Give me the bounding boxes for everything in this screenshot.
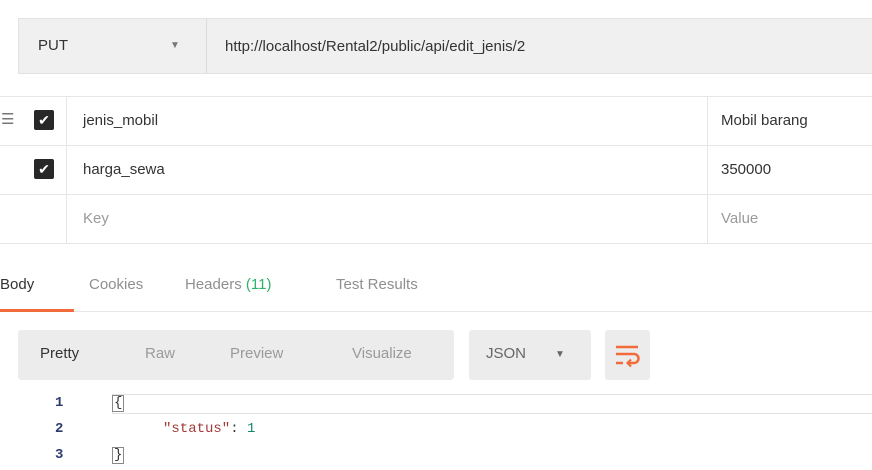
param-value-cell[interactable]: Mobil barang: [708, 97, 872, 145]
code-text: "status": 1: [163, 421, 255, 437]
drag-cell: [0, 146, 24, 194]
value-placeholder: Value: [721, 210, 759, 227]
param-key-cell[interactable]: harga_sewa: [67, 146, 708, 194]
tab-body[interactable]: Body: [0, 276, 34, 293]
param-row: ☰ ✔ jenis_mobil Mobil barang: [0, 97, 872, 146]
code-text: {: [112, 395, 125, 412]
json-colon: :: [230, 421, 248, 437]
tab-headers-label: Headers: [185, 276, 242, 293]
language-label: JSON: [486, 345, 527, 362]
param-row-new: Key Value: [0, 195, 872, 244]
open-brace: {: [112, 395, 125, 412]
params-table: ☰ ✔ jenis_mobil Mobil barang ✔ harga_sew…: [0, 96, 872, 244]
param-key: harga_sewa: [83, 161, 165, 178]
raw-button[interactable]: Raw: [145, 345, 175, 362]
tab-headers[interactable]: Headers (11): [185, 276, 271, 293]
active-tab-indicator: [0, 309, 74, 312]
method-dropdown[interactable]: PUT ▼: [19, 19, 207, 73]
key-placeholder: Key: [83, 210, 109, 227]
drag-cell[interactable]: ☰: [0, 97, 24, 145]
preview-button[interactable]: Preview: [230, 345, 283, 362]
checkbox-cell: ✔: [24, 97, 67, 145]
close-brace: }: [112, 447, 125, 464]
pretty-button[interactable]: Pretty: [40, 345, 79, 362]
response-tabs: Body Cookies Headers (11) Test Results: [0, 262, 872, 312]
json-number: 1: [247, 421, 256, 437]
checkbox-cell: [24, 195, 67, 243]
current-line-highlight: [112, 394, 872, 414]
chevron-down-icon: ▼: [170, 40, 180, 51]
param-key: jenis_mobil: [83, 112, 159, 129]
line-number: 3: [55, 447, 64, 463]
param-key-cell[interactable]: jenis_mobil: [67, 97, 708, 145]
chevron-down-icon: ▼: [555, 349, 565, 360]
request-bar: PUT ▼: [18, 18, 872, 74]
json-key: "status": [163, 421, 231, 437]
checkbox-cell: ✔: [24, 146, 67, 194]
param-value: Mobil barang: [721, 112, 808, 129]
line-number: 2: [55, 421, 64, 437]
param-value-cell[interactable]: 350000: [708, 146, 872, 194]
code-text: }: [112, 447, 125, 464]
new-value-input[interactable]: Value: [708, 195, 872, 243]
code-line: 2 "status": 1: [0, 420, 872, 440]
param-value: 350000: [721, 161, 772, 178]
code-line: 3 }: [0, 446, 872, 466]
checkmark-icon[interactable]: ✔: [34, 110, 54, 130]
param-row: ✔ harga_sewa 350000: [0, 146, 872, 195]
tab-cookies[interactable]: Cookies: [89, 276, 143, 293]
line-number: 1: [55, 395, 64, 411]
wrap-lines-button[interactable]: [605, 330, 650, 380]
url-input[interactable]: [207, 19, 872, 73]
code-line: 1 {: [0, 394, 872, 414]
visualize-button[interactable]: Visualize: [352, 345, 412, 362]
language-dropdown[interactable]: JSON ▼: [469, 330, 591, 380]
wrap-lines-icon: [616, 345, 640, 368]
headers-count: (11): [245, 276, 272, 293]
new-key-input[interactable]: Key: [67, 195, 708, 243]
drag-handle-icon[interactable]: ☰: [1, 112, 14, 127]
drag-cell: [0, 195, 24, 243]
method-label: PUT: [38, 37, 68, 54]
response-body-viewer[interactable]: 1 { 2 "status": 1 3 }: [0, 394, 872, 470]
view-mode-group: Pretty Raw Preview Visualize: [18, 330, 454, 380]
tab-test-results[interactable]: Test Results: [336, 276, 418, 293]
checkmark-icon[interactable]: ✔: [34, 159, 54, 179]
